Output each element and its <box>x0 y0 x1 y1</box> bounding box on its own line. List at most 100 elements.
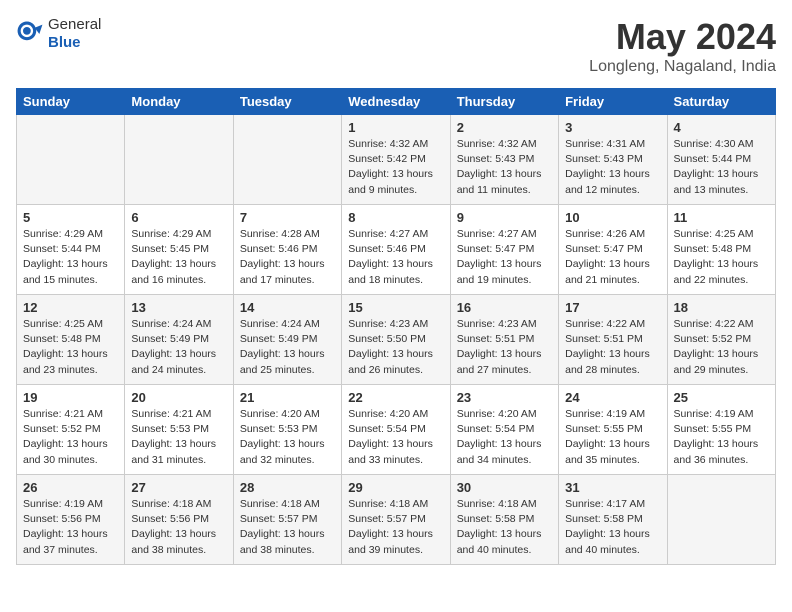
calendar-cell: 29 Sunrise: 4:18 AMSunset: 5:57 PMDayligh… <box>342 475 450 565</box>
day-number: 20 <box>131 390 226 405</box>
day-info: Sunrise: 4:19 AMSunset: 5:55 PMDaylight:… <box>565 407 660 468</box>
calendar-cell: 12 Sunrise: 4:25 AMSunset: 5:48 PMDayligh… <box>17 295 125 385</box>
day-info: Sunrise: 4:24 AMSunset: 5:49 PMDaylight:… <box>240 317 335 378</box>
day-info: Sunrise: 4:24 AMSunset: 5:49 PMDaylight:… <box>131 317 226 378</box>
day-number: 27 <box>131 480 226 495</box>
day-number: 22 <box>348 390 443 405</box>
day-info: Sunrise: 4:23 AMSunset: 5:51 PMDaylight:… <box>457 317 552 378</box>
calendar-header-row: SundayMondayTuesdayWednesdayThursdayFrid… <box>17 89 776 115</box>
day-number: 10 <box>565 210 660 225</box>
calendar-table: SundayMondayTuesdayWednesdayThursdayFrid… <box>16 88 776 565</box>
day-info: Sunrise: 4:25 AMSunset: 5:48 PMDaylight:… <box>674 227 769 288</box>
calendar-cell: 19Sunrise: 4:21 AMSunset: 5:52 PMDayligh… <box>17 385 125 475</box>
calendar-week-1: 1 Sunrise: 4:32 AMSunset: 5:42 PMDaylight… <box>17 115 776 205</box>
day-number: 17 <box>565 300 660 315</box>
day-number: 8 <box>348 210 443 225</box>
calendar-cell: 8 Sunrise: 4:27 AMSunset: 5:46 PMDaylight… <box>342 205 450 295</box>
calendar-cell: 2 Sunrise: 4:32 AMSunset: 5:43 PMDaylight… <box>450 115 558 205</box>
day-info: Sunrise: 4:17 AMSunset: 5:58 PMDaylight:… <box>565 497 660 558</box>
day-number: 1 <box>348 120 443 135</box>
day-info: Sunrise: 4:32 AMSunset: 5:42 PMDaylight:… <box>348 137 443 198</box>
day-info: Sunrise: 4:28 AMSunset: 5:46 PMDaylight:… <box>240 227 335 288</box>
calendar-cell: 7Sunrise: 4:28 AMSunset: 5:46 PMDaylight… <box>233 205 341 295</box>
day-info: Sunrise: 4:18 AMSunset: 5:57 PMDaylight:… <box>240 497 335 558</box>
calendar-cell <box>233 115 341 205</box>
calendar-cell: 9Sunrise: 4:27 AMSunset: 5:47 PMDaylight… <box>450 205 558 295</box>
month-year-title: May 2024 <box>589 16 776 58</box>
calendar-cell: 27 Sunrise: 4:18 AMSunset: 5:56 PMDayligh… <box>125 475 233 565</box>
day-info: Sunrise: 4:20 AMSunset: 5:54 PMDaylight:… <box>348 407 443 468</box>
calendar-cell: 28 Sunrise: 4:18 AMSunset: 5:57 PMDayligh… <box>233 475 341 565</box>
logo-text: General Blue <box>48 16 101 52</box>
day-info: Sunrise: 4:31 AMSunset: 5:43 PMDaylight:… <box>565 137 660 198</box>
day-info: Sunrise: 4:32 AMSunset: 5:43 PMDaylight:… <box>457 137 552 198</box>
calendar-cell: 21Sunrise: 4:20 AMSunset: 5:53 PMDayligh… <box>233 385 341 475</box>
day-number: 4 <box>674 120 769 135</box>
day-number: 26 <box>23 480 118 495</box>
day-info: Sunrise: 4:21 AMSunset: 5:52 PMDaylight:… <box>23 407 118 468</box>
calendar-cell: 22 Sunrise: 4:20 AMSunset: 5:54 PMDayligh… <box>342 385 450 475</box>
day-number: 15 <box>348 300 443 315</box>
day-header-wednesday: Wednesday <box>342 89 450 115</box>
day-info: Sunrise: 4:27 AMSunset: 5:47 PMDaylight:… <box>457 227 552 288</box>
calendar-cell: 3 Sunrise: 4:31 AMSunset: 5:43 PMDaylight… <box>559 115 667 205</box>
day-info: Sunrise: 4:29 AMSunset: 5:45 PMDaylight:… <box>131 227 226 288</box>
calendar-cell: 10 Sunrise: 4:26 AMSunset: 5:47 PMDayligh… <box>559 205 667 295</box>
day-info: Sunrise: 4:18 AMSunset: 5:58 PMDaylight:… <box>457 497 552 558</box>
day-number: 18 <box>674 300 769 315</box>
logo: General Blue <box>16 16 101 52</box>
day-info: Sunrise: 4:26 AMSunset: 5:47 PMDaylight:… <box>565 227 660 288</box>
calendar-cell: 5Sunrise: 4:29 AMSunset: 5:44 PMDaylight… <box>17 205 125 295</box>
day-number: 29 <box>348 480 443 495</box>
day-header-monday: Monday <box>125 89 233 115</box>
day-number: 6 <box>131 210 226 225</box>
day-number: 5 <box>23 210 118 225</box>
calendar-cell: 4 Sunrise: 4:30 AMSunset: 5:44 PMDaylight… <box>667 115 775 205</box>
day-number: 16 <box>457 300 552 315</box>
day-number: 13 <box>131 300 226 315</box>
day-info: Sunrise: 4:20 AMSunset: 5:53 PMDaylight:… <box>240 407 335 468</box>
title-block: May 2024 Longleng, Nagaland, India <box>589 16 776 76</box>
calendar-cell <box>17 115 125 205</box>
calendar-cell: 25Sunrise: 4:19 AMSunset: 5:55 PMDayligh… <box>667 385 775 475</box>
day-header-friday: Friday <box>559 89 667 115</box>
calendar-week-5: 26 Sunrise: 4:19 AMSunset: 5:56 PMDayligh… <box>17 475 776 565</box>
calendar-cell <box>125 115 233 205</box>
day-header-tuesday: Tuesday <box>233 89 341 115</box>
calendar-cell: 6 Sunrise: 4:29 AMSunset: 5:45 PMDaylight… <box>125 205 233 295</box>
day-info: Sunrise: 4:18 AMSunset: 5:56 PMDaylight:… <box>131 497 226 558</box>
location-subtitle: Longleng, Nagaland, India <box>589 58 776 76</box>
calendar-cell: 14Sunrise: 4:24 AMSunset: 5:49 PMDayligh… <box>233 295 341 385</box>
calendar-week-3: 12 Sunrise: 4:25 AMSunset: 5:48 PMDayligh… <box>17 295 776 385</box>
day-number: 28 <box>240 480 335 495</box>
day-number: 3 <box>565 120 660 135</box>
calendar-cell: 13 Sunrise: 4:24 AMSunset: 5:49 PMDayligh… <box>125 295 233 385</box>
calendar-week-4: 19Sunrise: 4:21 AMSunset: 5:52 PMDayligh… <box>17 385 776 475</box>
day-info: Sunrise: 4:25 AMSunset: 5:48 PMDaylight:… <box>23 317 118 378</box>
calendar-cell: 24Sunrise: 4:19 AMSunset: 5:55 PMDayligh… <box>559 385 667 475</box>
day-info: Sunrise: 4:27 AMSunset: 5:46 PMDaylight:… <box>348 227 443 288</box>
day-number: 23 <box>457 390 552 405</box>
day-number: 25 <box>674 390 769 405</box>
day-number: 2 <box>457 120 552 135</box>
day-info: Sunrise: 4:20 AMSunset: 5:54 PMDaylight:… <box>457 407 552 468</box>
calendar-cell: 26 Sunrise: 4:19 AMSunset: 5:56 PMDayligh… <box>17 475 125 565</box>
calendar-cell: 11 Sunrise: 4:25 AMSunset: 5:48 PMDayligh… <box>667 205 775 295</box>
day-info: Sunrise: 4:18 AMSunset: 5:57 PMDaylight:… <box>348 497 443 558</box>
calendar-cell: 23 Sunrise: 4:20 AMSunset: 5:54 PMDayligh… <box>450 385 558 475</box>
calendar-cell: 1 Sunrise: 4:32 AMSunset: 5:42 PMDaylight… <box>342 115 450 205</box>
day-number: 11 <box>674 210 769 225</box>
page-header: General Blue May 2024 Longleng, Nagaland… <box>16 16 776 76</box>
calendar-cell: 30Sunrise: 4:18 AMSunset: 5:58 PMDayligh… <box>450 475 558 565</box>
day-info: Sunrise: 4:21 AMSunset: 5:53 PMDaylight:… <box>131 407 226 468</box>
calendar-cell: 18 Sunrise: 4:22 AMSunset: 5:52 PMDayligh… <box>667 295 775 385</box>
calendar-cell: 15Sunrise: 4:23 AMSunset: 5:50 PMDayligh… <box>342 295 450 385</box>
calendar-cell: 16 Sunrise: 4:23 AMSunset: 5:51 PMDayligh… <box>450 295 558 385</box>
calendar-cell: 17Sunrise: 4:22 AMSunset: 5:51 PMDayligh… <box>559 295 667 385</box>
calendar-cell <box>667 475 775 565</box>
day-header-sunday: Sunday <box>17 89 125 115</box>
day-info: Sunrise: 4:22 AMSunset: 5:52 PMDaylight:… <box>674 317 769 378</box>
day-number: 12 <box>23 300 118 315</box>
day-info: Sunrise: 4:19 AMSunset: 5:56 PMDaylight:… <box>23 497 118 558</box>
day-info: Sunrise: 4:30 AMSunset: 5:44 PMDaylight:… <box>674 137 769 198</box>
